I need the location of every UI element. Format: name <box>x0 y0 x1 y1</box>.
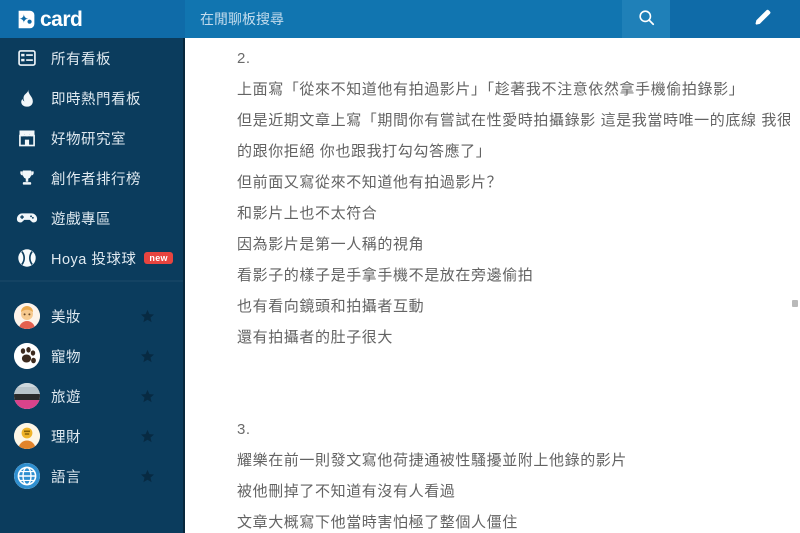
dcard-app-window: card 在閒聊板搜尋 所有看板 即時熱門看板 好物研究室 創作者排行榜 遊戲專… <box>0 0 800 533</box>
sidebar-board-label: 旅遊 <box>51 389 81 406</box>
pencil-edit-icon <box>752 7 773 31</box>
search-button[interactable] <box>622 0 670 38</box>
star-icon[interactable] <box>140 349 155 364</box>
post-line: 文章大概寫下他當時害怕極了整個人僵住 <box>237 514 518 531</box>
top-header-bar: card <box>0 0 800 38</box>
pet-paw-avatar <box>14 343 40 369</box>
sidebar-item-label: 即時熱門看板 <box>51 91 141 108</box>
sidebar-board-pet[interactable]: 寵物 <box>0 336 183 376</box>
sidebar-board-language[interactable]: 語言 <box>0 456 183 496</box>
post-line: 也有看向鏡頭和拍攝者互動 <box>237 298 425 315</box>
sidebar-item-hoya-baseball[interactable]: Hoya 投球球 new <box>0 238 183 278</box>
new-badge: new <box>144 252 173 264</box>
sidebar-item-label: Hoya 投球球 <box>51 251 137 268</box>
star-icon[interactable] <box>140 429 155 444</box>
page-scrollbar[interactable] <box>790 38 800 533</box>
sidebar-board-label: 美妝 <box>51 309 81 326</box>
post-line: 還有拍攝者的肚子很大 <box>237 329 394 346</box>
post-line: 因為影片是第一人稱的視角 <box>237 236 425 253</box>
post-line: 但是近期文章上寫「期間你有嘗試在性愛時拍攝錄影 這是我當時唯一的底線 我很嚴重 <box>237 112 800 129</box>
post-line: 看影子的樣子是手拿手機不是放在旁邊偷拍 <box>237 267 534 284</box>
makeup-avatar <box>14 303 40 329</box>
flame-icon <box>14 85 40 111</box>
post-body: 2. 上面寫「從來不知道他有拍過影片」「趁著我不注意依然拿手機偷拍錄影」 但是近… <box>187 38 800 533</box>
list-board-icon <box>14 45 40 71</box>
sidebar-item-game-zone[interactable]: 遊戲專區 <box>0 198 183 238</box>
post-line: 耀樂在前一則發文寫他荷捷通被性騷擾並附上他錄的影片 <box>237 452 628 469</box>
sidebar-board-travel[interactable]: 旅遊 <box>0 376 183 416</box>
sidebar-board-finance[interactable]: 理財 <box>0 416 183 456</box>
post-line: 和影片上也不太符合 <box>237 205 378 222</box>
travel-avatar <box>14 383 40 409</box>
post-content-area[interactable]: 2. 上面寫「從來不知道他有拍過影片」「趁著我不注意依然拿手機偷拍錄影」 但是近… <box>187 38 800 533</box>
write-post-button[interactable] <box>742 0 782 38</box>
post-line: 上面寫「從來不知道他有拍過影片」「趁著我不注意依然拿手機偷拍錄影」 <box>237 81 745 98</box>
baseball-icon <box>14 245 40 271</box>
sidebar-item-label: 所有看板 <box>51 51 111 68</box>
brand-name: card <box>40 7 83 31</box>
globe-avatar <box>14 463 40 489</box>
left-sidebar[interactable]: 所有看板 即時熱門看板 好物研究室 創作者排行榜 遊戲專區 Hoya 投球球 n… <box>0 38 185 533</box>
sidebar-board-label: 寵物 <box>51 349 81 366</box>
storefront-icon <box>14 125 40 151</box>
brand-logo[interactable]: card <box>0 0 185 38</box>
sidebar-board-label: 理財 <box>51 429 81 446</box>
star-icon[interactable] <box>140 469 155 484</box>
sidebar-item-shop-lab[interactable]: 好物研究室 <box>0 118 183 158</box>
star-icon[interactable] <box>140 309 155 324</box>
star-icon[interactable] <box>140 389 155 404</box>
finance-avatar <box>14 423 40 449</box>
section-number: 2. <box>237 50 251 67</box>
post-line: 被他刪掉了不知道有沒有人看過 <box>237 483 456 500</box>
dcard-d-logo-icon <box>16 9 37 30</box>
post-line: 但前面又寫從來不知道他有拍過影片？ <box>237 174 503 191</box>
sidebar-item-all-boards[interactable]: 所有看板 <box>0 38 183 78</box>
sidebar-board-label: 語言 <box>51 469 81 486</box>
sidebar-divider <box>0 280 183 282</box>
trophy-icon <box>14 165 40 191</box>
sidebar-item-label: 創作者排行榜 <box>51 171 141 188</box>
search-icon <box>637 8 656 30</box>
search-input[interactable] <box>185 0 670 38</box>
sidebar-board-makeup[interactable]: 美妝 <box>0 296 183 336</box>
sidebar-item-label: 好物研究室 <box>51 131 126 148</box>
sidebar-item-creator-ranking[interactable]: 創作者排行榜 <box>0 158 183 198</box>
section-number: 3. <box>237 421 251 438</box>
post-line: 的跟你拒絕 你也跟我打勾勾答應了」 <box>237 143 492 160</box>
gamepad-icon <box>14 205 40 231</box>
sidebar-item-trending-boards[interactable]: 即時熱門看板 <box>0 78 183 118</box>
search-box[interactable] <box>185 0 670 38</box>
sidebar-item-label: 遊戲專區 <box>51 211 111 228</box>
search-area <box>185 0 800 38</box>
scrollbar-thumb[interactable] <box>792 300 798 307</box>
